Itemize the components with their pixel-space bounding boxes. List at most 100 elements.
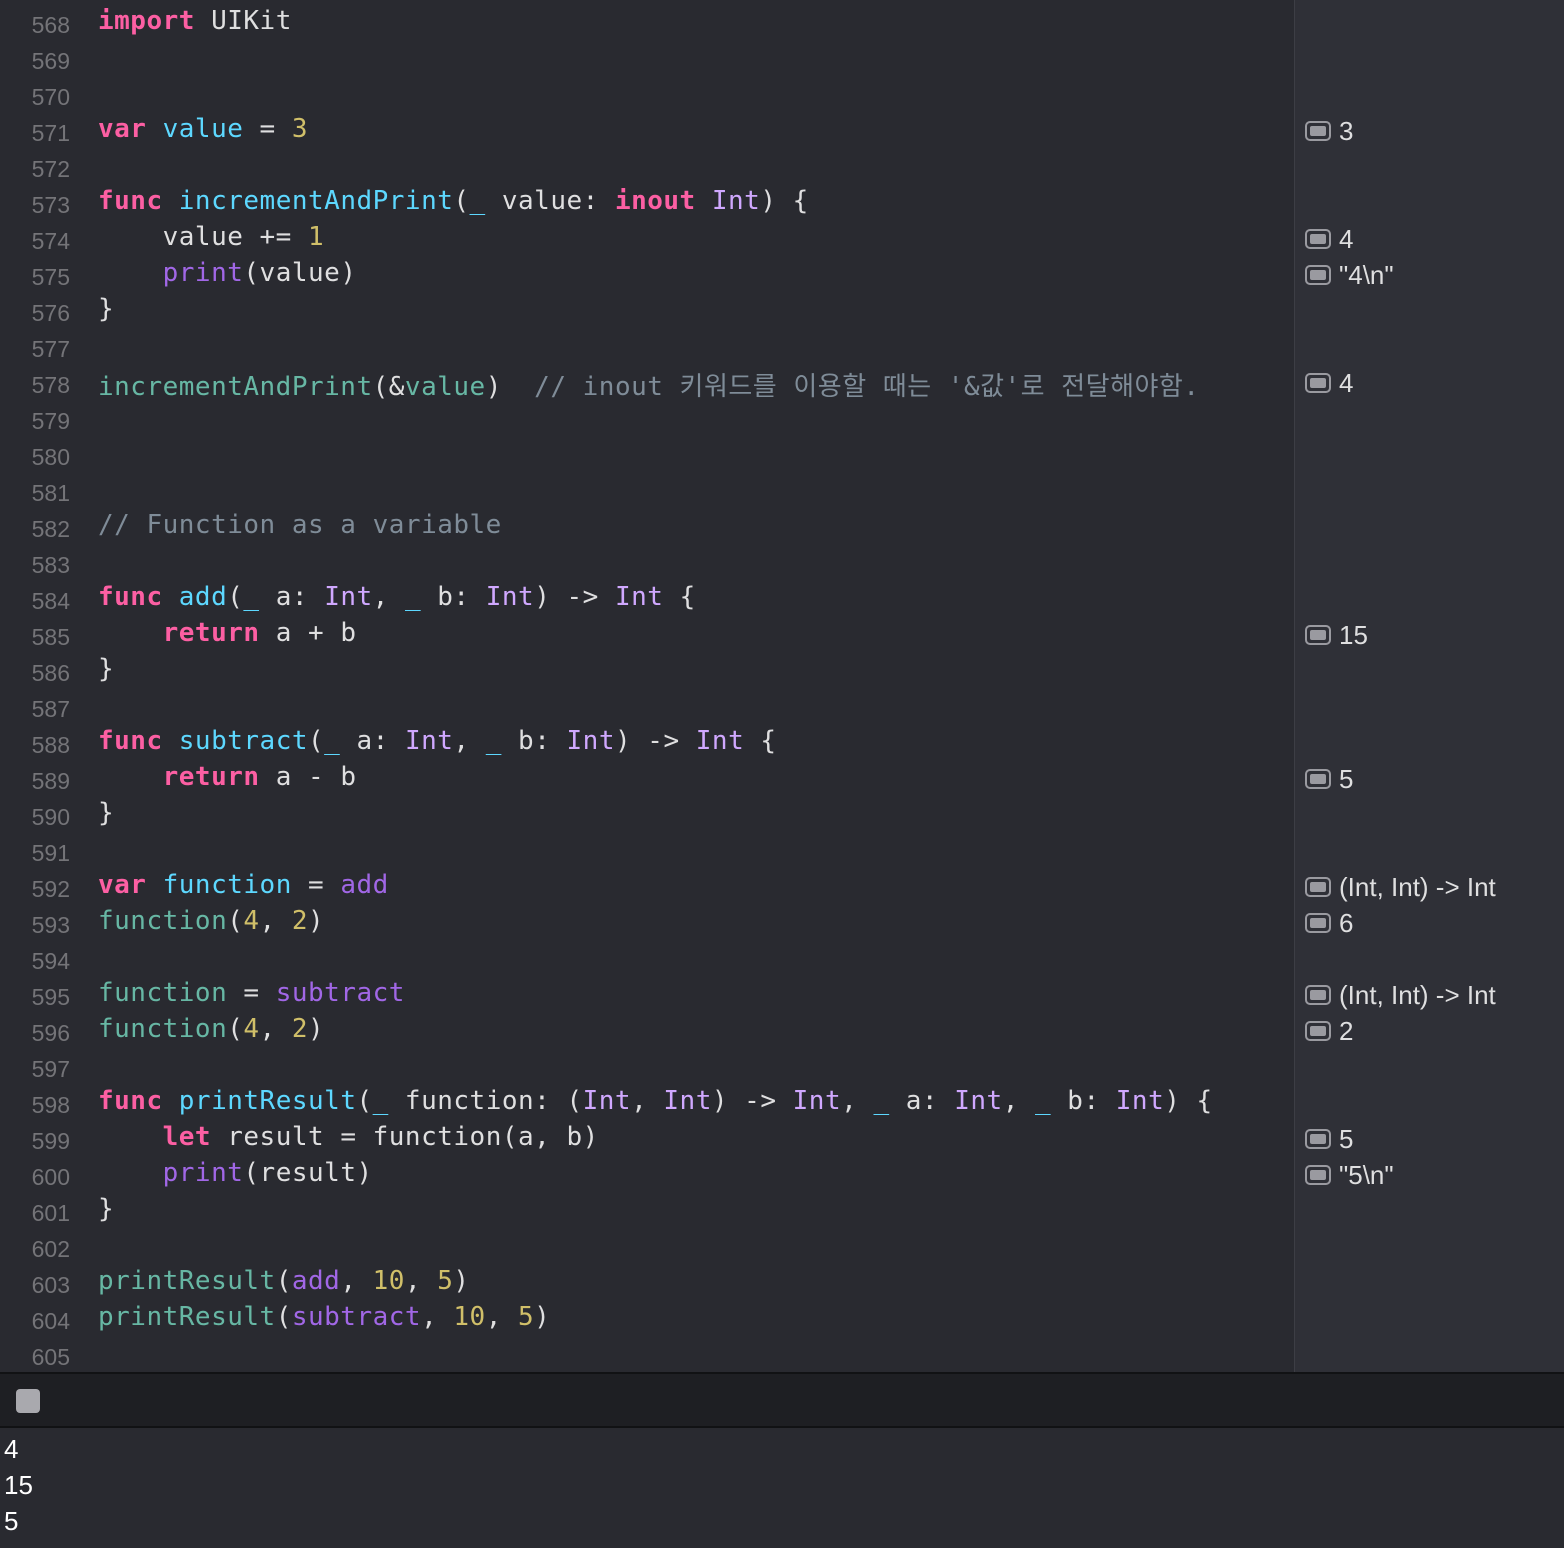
- code-line[interactable]: 601}: [0, 1192, 1294, 1228]
- code-line[interactable]: 576}: [0, 292, 1294, 328]
- code-token: }: [98, 798, 115, 828]
- code-token: (: [227, 906, 244, 936]
- code-token: add: [291, 1266, 341, 1296]
- code-line[interactable]: 581: [0, 472, 1294, 508]
- code-token: incrementAndPrint: [178, 186, 454, 216]
- line-number: 579: [31, 408, 70, 434]
- code-line[interactable]: 587: [0, 688, 1294, 724]
- code-line[interactable]: 600 print(result): [0, 1156, 1294, 1192]
- quick-look-icon[interactable]: [1305, 985, 1331, 1005]
- code-token: ,: [372, 582, 405, 612]
- code-line[interactable]: 570: [0, 76, 1294, 112]
- code-line[interactable]: 575 print(value): [0, 256, 1294, 292]
- code-token: {: [744, 726, 777, 756]
- quick-look-icon[interactable]: [1305, 1021, 1331, 1041]
- code-line[interactable]: 573 func incrementAndPrint(_ value: inout…: [0, 184, 1294, 220]
- code-token: UIKit: [194, 6, 292, 36]
- code-line[interactable]: 577: [0, 328, 1294, 364]
- code-line[interactable]: 605: [0, 1336, 1294, 1372]
- code-line[interactable]: 571 var value = 3: [0, 112, 1294, 148]
- code-line[interactable]: 589 return a - b: [0, 760, 1294, 796]
- code-line[interactable]: 582 // Function as a variable: [0, 508, 1294, 544]
- code-text: let result = function(a, b): [98, 1122, 599, 1152]
- code-text: func subtract(_ a: Int, _ b: Int) -> Int…: [98, 726, 777, 756]
- code-line[interactable]: 583: [0, 544, 1294, 580]
- code-text: }: [98, 1194, 114, 1224]
- line-number: 570: [31, 84, 70, 110]
- line-number: 591: [31, 840, 70, 866]
- result-value: (Int, Int) -> Int: [1339, 872, 1496, 902]
- code-editor[interactable]: 568 import UIKit 569 570 571 var value = 3 572…: [0, 0, 1294, 1372]
- quick-look-icon[interactable]: [1305, 1165, 1331, 1185]
- code-line[interactable]: 599 let result = function(a, b): [0, 1120, 1294, 1156]
- code-token: ,: [1002, 1086, 1035, 1116]
- line-number: 569: [31, 48, 70, 74]
- code-text: function(4, 2): [98, 1014, 324, 1044]
- code-line[interactable]: 591: [0, 832, 1294, 868]
- quick-look-icon[interactable]: [1305, 769, 1331, 789]
- quick-look-icon[interactable]: [1305, 373, 1331, 393]
- code-line[interactable]: 602: [0, 1228, 1294, 1264]
- quick-look-icon[interactable]: [1305, 913, 1331, 933]
- code-line[interactable]: 596 function(4, 2): [0, 1012, 1294, 1048]
- code-token: _: [372, 1086, 389, 1116]
- console-output[interactable]: 4 15 5: [0, 1428, 1564, 1548]
- line-number: 595: [31, 984, 70, 1010]
- code-token: (&: [372, 372, 405, 402]
- code-token: Int: [324, 582, 373, 612]
- code-line[interactable]: 574 value += 1: [0, 220, 1294, 256]
- line-number: 577: [31, 336, 70, 362]
- code-token: a:: [340, 726, 405, 756]
- code-line[interactable]: 588 func subtract(_ a: Int, _ b: Int) -> …: [0, 724, 1294, 760]
- code-line[interactable]: 579: [0, 400, 1294, 436]
- code-line[interactable]: 580: [0, 436, 1294, 472]
- code-token: ,: [340, 1266, 373, 1296]
- quick-look-icon[interactable]: [1305, 877, 1331, 897]
- result-value: 15: [1339, 620, 1368, 650]
- code-line[interactable]: 586}: [0, 652, 1294, 688]
- code-token: }: [98, 294, 115, 324]
- code-line[interactable]: 584 func add(_ a: Int, _ b: Int) -> Int {: [0, 580, 1294, 616]
- code-line[interactable]: 572: [0, 148, 1294, 184]
- code-token: function: [98, 1014, 228, 1044]
- code-line[interactable]: 597: [0, 1048, 1294, 1084]
- line-number: 580: [31, 444, 70, 470]
- code-line[interactable]: 594: [0, 940, 1294, 976]
- code-line[interactable]: 598 func printResult(_ function: (Int, In…: [0, 1084, 1294, 1120]
- line-number: 589: [31, 768, 70, 794]
- quick-look-icon[interactable]: [1305, 625, 1331, 645]
- code-token: Int: [582, 1086, 632, 1116]
- code-token: value:: [485, 186, 615, 216]
- code-token: var: [98, 870, 147, 900]
- code-token: Int: [792, 1086, 842, 1116]
- code-line[interactable]: 569: [0, 40, 1294, 76]
- result-value: 6: [1339, 908, 1354, 938]
- result-item: 4: [1305, 364, 1560, 400]
- quick-look-icon[interactable]: [1305, 229, 1331, 249]
- quick-look-icon[interactable]: [1305, 265, 1331, 285]
- code-line[interactable]: 592 var function = add: [0, 868, 1294, 904]
- quick-look-icon[interactable]: [1305, 121, 1331, 141]
- code-line[interactable]: 568 import UIKit: [0, 4, 1294, 40]
- code-line[interactable]: 585 return a + b: [0, 616, 1294, 652]
- code-line[interactable]: 590}: [0, 796, 1294, 832]
- code-token: =: [291, 870, 341, 900]
- code-line[interactable]: 603 printResult(add, 10, 5): [0, 1264, 1294, 1300]
- code-line[interactable]: 593 function(4, 2): [0, 904, 1294, 940]
- stop-button[interactable]: [16, 1389, 40, 1413]
- code-line[interactable]: 578 incrementAndPrint(&value) // inout 키워…: [0, 364, 1294, 402]
- code-token: Int: [711, 186, 761, 216]
- code-token: ) ->: [711, 1086, 793, 1116]
- quick-look-icon[interactable]: [1305, 1129, 1331, 1149]
- line-number: 599: [31, 1128, 70, 1154]
- code-token: _: [1035, 1086, 1052, 1116]
- result-item: 4: [1305, 220, 1560, 256]
- code-line[interactable]: 604 printResult(subtract, 10, 5): [0, 1300, 1294, 1336]
- line-number: 584: [31, 588, 70, 614]
- code-text: print(value): [98, 258, 356, 288]
- code-token: var: [98, 114, 147, 144]
- console-line: 5: [4, 1506, 19, 1536]
- code-line[interactable]: 595 function = subtract: [0, 976, 1294, 1012]
- code-text: var value = 3: [98, 114, 308, 144]
